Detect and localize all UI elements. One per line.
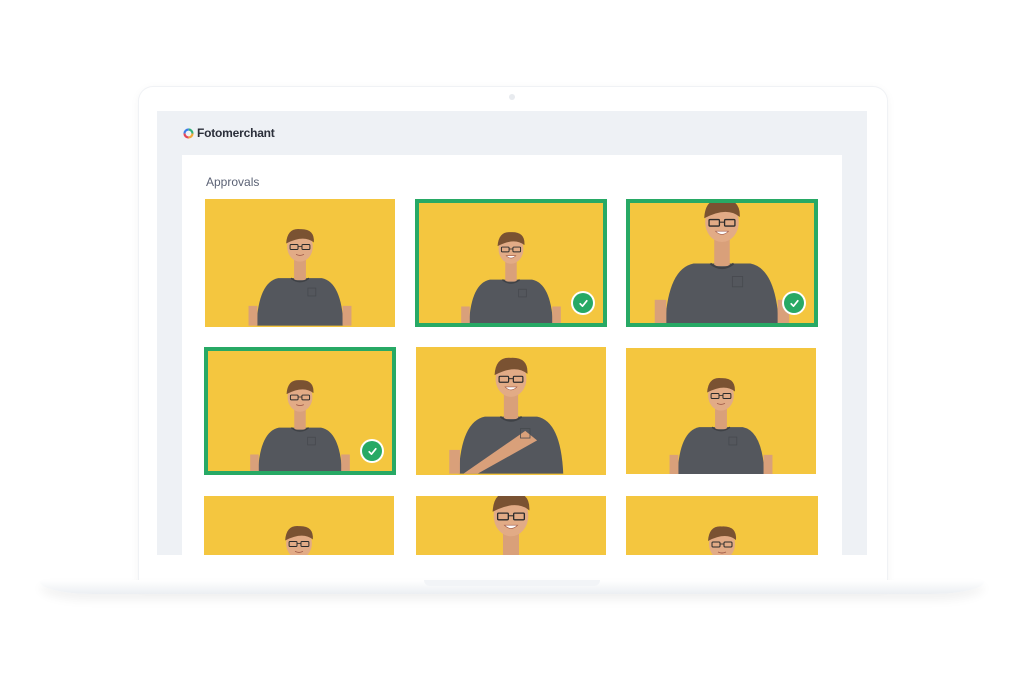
approved-check-icon bbox=[784, 293, 804, 313]
person-photo bbox=[626, 496, 818, 555]
person-photo bbox=[416, 347, 606, 474]
laptop-notch bbox=[424, 580, 600, 586]
photo-tile-approved[interactable] bbox=[415, 199, 607, 327]
person-photo bbox=[416, 496, 606, 555]
person-photo bbox=[626, 348, 816, 474]
logo-text: Fotomerchant bbox=[197, 126, 275, 140]
photo-tile[interactable] bbox=[204, 496, 394, 555]
section-title: Approvals bbox=[206, 175, 260, 189]
approved-check-icon bbox=[362, 441, 382, 461]
app-window: Fotomerchant Approvals bbox=[157, 111, 867, 555]
photo-tile[interactable] bbox=[626, 496, 818, 555]
photo-tile[interactable] bbox=[416, 496, 606, 555]
photo-tile-approved[interactable] bbox=[204, 347, 396, 475]
photo-tile[interactable] bbox=[626, 348, 816, 474]
webcam bbox=[509, 94, 515, 100]
app-logo[interactable]: Fotomerchant bbox=[183, 126, 275, 140]
fotomerchant-logo-icon bbox=[183, 127, 194, 139]
top-bar: Fotomerchant bbox=[157, 111, 867, 155]
person-photo bbox=[205, 199, 395, 326]
person-photo bbox=[204, 496, 394, 555]
photo-tile-approved[interactable] bbox=[626, 199, 818, 327]
approvals-panel: Approvals bbox=[182, 155, 842, 555]
photo-tile[interactable] bbox=[205, 199, 395, 327]
photo-tile[interactable] bbox=[416, 347, 606, 475]
approved-check-icon bbox=[573, 293, 593, 313]
